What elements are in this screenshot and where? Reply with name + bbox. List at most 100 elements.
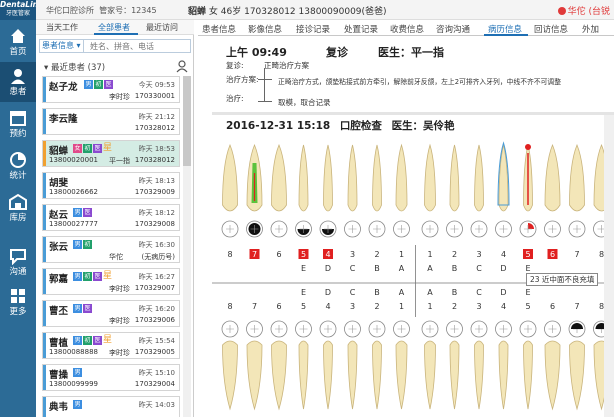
lower-tooth-number: 1 bbox=[399, 302, 404, 311]
patient-list-scrollbar[interactable] bbox=[183, 76, 191, 417]
lower-tooth bbox=[449, 340, 460, 410]
nav-label: 库房 bbox=[9, 213, 27, 223]
patient-panel: 当天工作 全部患者 最近访问 患者信息 ▾ ▾ 最近患者 (37) 赵子龙男初医… bbox=[36, 20, 194, 417]
patient-item-tags: 男初 bbox=[73, 240, 93, 250]
record-label-recheck: 复诊: bbox=[226, 61, 244, 70]
patient-tag: 医 bbox=[104, 80, 113, 89]
nav-appointments[interactable]: 预约 bbox=[0, 104, 36, 144]
nav-label: 首页 bbox=[9, 47, 27, 57]
tab-record-5[interactable]: 咨询沟通 bbox=[436, 23, 470, 35]
tab-record-2[interactable]: 接诊记录 bbox=[296, 23, 330, 35]
divider bbox=[258, 101, 272, 102]
patient-item-tags: 男医 bbox=[73, 208, 93, 218]
tooth-tooltip: 23 近中面不良充填 bbox=[526, 273, 598, 286]
lower-tooth-letter: D bbox=[500, 288, 506, 297]
record-value-treatment: 取模，取合记录 bbox=[278, 98, 331, 107]
patient-item-phone: 13800088888 bbox=[49, 348, 98, 356]
patient-item-time: 昨天 18:12 bbox=[138, 209, 175, 217]
scrollbar-thumb[interactable] bbox=[183, 76, 191, 166]
lower-tooth-letter: A bbox=[427, 288, 433, 297]
tab-record-3[interactable]: 处置记录 bbox=[344, 23, 378, 35]
app-logo: DentaLink 牙医管家 bbox=[0, 0, 43, 20]
nav-warehouse[interactable]: 库房 bbox=[0, 188, 36, 228]
visit-type: 复诊 bbox=[326, 46, 348, 59]
patient-list-item[interactable]: 曹丕男医 昨天 16:20 李时珍 170329006 bbox=[42, 300, 180, 327]
upper-tooth-letter: B bbox=[452, 264, 458, 273]
record-scrollbar[interactable] bbox=[604, 115, 614, 417]
search-input[interactable] bbox=[90, 40, 180, 52]
upper-tooth-letter: E bbox=[301, 264, 306, 273]
patient-list-item[interactable]: 郭嘉男初医星 昨天 16:27 李时珍 170329007 bbox=[42, 268, 180, 295]
lower-tooth bbox=[523, 340, 533, 410]
patient-item-mrn: 170328012 bbox=[134, 124, 175, 132]
calendar-icon bbox=[10, 111, 26, 126]
tab-today-work[interactable]: 当天工作 bbox=[46, 22, 78, 33]
patient-item-name: 赵子龙 bbox=[49, 82, 78, 93]
patient-item-tags: 男医 bbox=[73, 304, 93, 314]
patient-tag: 男 bbox=[73, 336, 82, 345]
upper-tooth-number: 3 bbox=[350, 250, 355, 259]
tab-record-4[interactable]: 收费信息 bbox=[390, 23, 424, 35]
patient-summary: 貂蝉 女 46岁 170328012 13800090009(爸爸) bbox=[188, 4, 387, 17]
lower-tooth-letter: B bbox=[374, 288, 380, 297]
patient-item-time: 昨天 15:54 bbox=[138, 337, 175, 345]
patient-search: 患者信息 ▾ bbox=[39, 39, 191, 53]
lower-tooth-letter: B bbox=[452, 288, 458, 297]
patient-list-item[interactable]: 赵云男医 昨天 18:12 13800027777 170329008 bbox=[42, 204, 180, 231]
tab-record-8[interactable]: 外加 bbox=[582, 23, 599, 35]
patient-item-name: 曹植 bbox=[49, 338, 69, 349]
lower-tooth bbox=[395, 340, 408, 410]
nav-patients[interactable]: 患者 bbox=[0, 62, 36, 102]
search-type-select[interactable]: 患者信息 ▾ bbox=[40, 40, 84, 52]
patient-item-mrn: 170329009 bbox=[134, 188, 175, 196]
patient-item-time: 昨天 18:53 bbox=[138, 145, 175, 153]
account-number: 管家号：12345 bbox=[99, 6, 157, 15]
tab-record-1[interactable]: 影像信息 bbox=[248, 23, 282, 35]
tab-record-6[interactable]: 病历信息 bbox=[488, 23, 522, 35]
user-search-icon[interactable] bbox=[176, 60, 189, 73]
patient-list-item[interactable]: 张云男初 昨天 16:30 华佗 (无病历号) bbox=[42, 236, 180, 263]
nav-more[interactable]: 更多 bbox=[0, 282, 36, 322]
upper-tooth-number: 4 bbox=[501, 250, 506, 259]
patient-tag: 医 bbox=[93, 272, 102, 281]
group-title: ▾ 最近患者 (37) bbox=[44, 63, 106, 73]
recent-patients-header[interactable]: ▾ 最近患者 (37) bbox=[36, 60, 194, 74]
nav-statistics[interactable]: 统计 bbox=[0, 146, 36, 186]
tab-recent-visits[interactable]: 最近访问 bbox=[146, 22, 178, 33]
tab-record-7[interactable]: 回访信息 bbox=[534, 23, 568, 35]
lower-tooth-letter: C bbox=[350, 288, 356, 297]
lower-tooth-number: 7 bbox=[574, 302, 579, 311]
patient-tag: 男 bbox=[73, 400, 82, 409]
patient-item-doctor: 李时珍 bbox=[109, 317, 130, 325]
clinic-name: 华佗口腔诊所 bbox=[46, 6, 94, 15]
lower-tooth-number: 5 bbox=[525, 302, 530, 311]
grid-icon bbox=[11, 289, 25, 303]
star-icon: 星 bbox=[103, 335, 113, 345]
pie-chart-icon bbox=[10, 152, 26, 168]
record-value-plan: 正畸治疗方式，颌垫粘接式前方牵引，解除前牙反颌，左上2可排齐入牙列，中线不齐不可… bbox=[278, 78, 561, 86]
lower-tooth-number: 3 bbox=[350, 302, 355, 311]
patient-list-item[interactable]: 赵子龙男初医 今天 09:53 李时珍 170330001 bbox=[42, 76, 180, 103]
nav-label: 更多 bbox=[9, 307, 27, 317]
nav-home[interactable]: 首页 bbox=[0, 22, 36, 62]
patient-item-doctor: 华佗 bbox=[109, 253, 123, 261]
lower-tooth bbox=[593, 340, 604, 411]
patient-list-item[interactable]: 典韦男 昨天 14:03 bbox=[42, 396, 180, 417]
patient-item-name: 貂蝉 bbox=[49, 146, 69, 157]
patient-list-item[interactable]: 曹植男初医星 昨天 15:54 13800088888 李时珍 170329005 bbox=[42, 332, 180, 359]
patient-tag: 医 bbox=[93, 144, 102, 153]
patient-item-mrn: 170330001 bbox=[134, 92, 175, 100]
tab-all-patients[interactable]: 全部患者 bbox=[98, 22, 130, 33]
patient-list-item[interactable]: 曹操男 昨天 15:10 13800099999 170329004 bbox=[42, 364, 180, 391]
patient-list-item[interactable]: 貂蝉女初医星 昨天 18:53 13800020001 平一指 170328012 bbox=[42, 140, 180, 167]
patient-list-item[interactable]: 李云隆 昨天 21:12 170328012 bbox=[42, 108, 180, 135]
patient-tag: 初 bbox=[83, 144, 92, 153]
patient-item-name: 曹操 bbox=[49, 370, 69, 381]
tab-record-0[interactable]: 患者信息 bbox=[202, 23, 236, 35]
upper-tooth bbox=[569, 143, 585, 212]
patient-list-item[interactable]: 胡斐 昨天 18:13 13800026662 170329009 bbox=[42, 172, 180, 199]
lower-tooth-number: 8 bbox=[227, 302, 232, 311]
patient-item-time: 昨天 18:13 bbox=[138, 177, 175, 185]
nav-communication[interactable]: 沟通 bbox=[0, 242, 36, 282]
current-doctor[interactable]: 华佗 (台锐 bbox=[557, 4, 610, 17]
